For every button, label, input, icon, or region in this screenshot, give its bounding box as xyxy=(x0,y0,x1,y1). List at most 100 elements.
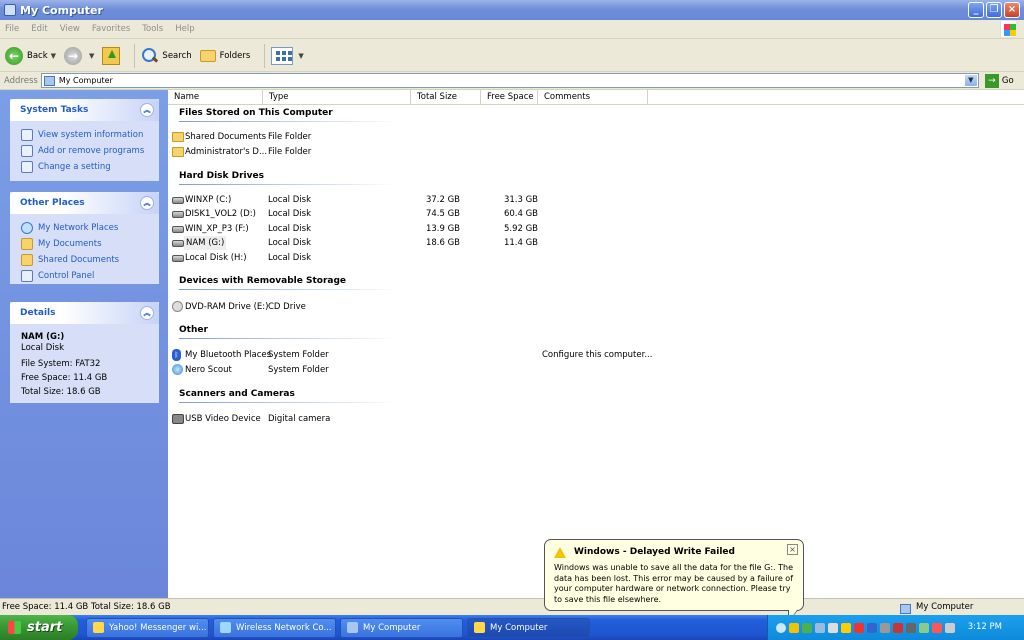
collapse-chevron-icon[interactable]: ︽ xyxy=(140,103,154,117)
tray-app-icon[interactable] xyxy=(893,622,903,633)
restore-button[interactable]: ❐ xyxy=(986,2,1002,18)
bluetooth-icon[interactable] xyxy=(867,622,877,633)
taskbar-button-my-computer[interactable]: My Computer xyxy=(340,617,463,638)
view-system-information-link[interactable]: View system information xyxy=(21,127,159,143)
tray-app-icon[interactable] xyxy=(906,622,916,633)
taskbar-button-my-computer-active[interactable]: My Computer xyxy=(467,617,590,638)
warning-icon[interactable] xyxy=(789,622,799,633)
item-type: System Folder xyxy=(268,365,329,375)
start-button[interactable]: start xyxy=(0,615,78,640)
menu-edit[interactable]: Edit xyxy=(31,24,47,34)
details-drive-name: NAM (G:) xyxy=(21,332,65,342)
forward-button[interactable]: → ▼ xyxy=(64,46,94,65)
network-icon xyxy=(21,222,33,234)
status-zone-label: My Computer xyxy=(916,602,974,612)
volume-icon[interactable] xyxy=(828,622,838,633)
list-item[interactable]: WINXP (C:) Local Disk 37.2 GB 31.3 GB xyxy=(172,193,872,207)
tray-app-icon[interactable] xyxy=(945,622,955,633)
views-dropdown-icon[interactable]: ▼ xyxy=(298,52,303,60)
collapse-chevron-icon[interactable]: ︽ xyxy=(140,196,154,210)
folders-button[interactable]: Folders xyxy=(199,49,250,62)
tray-app-icon[interactable] xyxy=(880,622,890,633)
tray-app-icon[interactable] xyxy=(919,622,929,633)
list-item[interactable]: ᛒ My Bluetooth Places System Folder Configu… xyxy=(172,348,872,362)
list-item[interactable]: WIN_XP_P3 (F:) Local Disk 13.9 GB 5.92 GB xyxy=(172,222,872,236)
hard-disk-icon xyxy=(172,197,184,204)
my-computer-icon xyxy=(43,75,55,86)
system-tasks-header[interactable]: System Tasks ︽ xyxy=(10,99,159,121)
title-bar[interactable]: My Computer _ ❐ × xyxy=(0,0,1024,20)
folder-icon xyxy=(474,622,485,633)
windows-logo-icon xyxy=(1000,21,1016,37)
tray-app-icon[interactable] xyxy=(854,622,864,633)
list-item[interactable]: USB Video Device Digital camera xyxy=(172,412,872,426)
shared-documents-link[interactable]: Shared Documents xyxy=(21,252,159,268)
menu-view[interactable]: View xyxy=(60,24,80,34)
add-remove-programs-link[interactable]: Add or remove programs xyxy=(21,143,159,159)
item-type: Local Disk xyxy=(268,224,311,234)
control-panel-link[interactable]: Control Panel xyxy=(21,268,159,284)
column-comments[interactable]: Comments xyxy=(538,90,648,105)
bluetooth-icon: ᛒ xyxy=(172,349,181,361)
my-network-places-link[interactable]: My Network Places xyxy=(21,220,159,236)
column-type[interactable]: Type xyxy=(263,90,411,105)
balloon-close-button[interactable]: × xyxy=(787,544,798,555)
item-type: Local Disk xyxy=(268,195,311,205)
network-icon[interactable] xyxy=(815,622,825,633)
menu-file[interactable]: File xyxy=(5,24,19,34)
expand-tray-icon[interactable] xyxy=(776,622,786,633)
list-item-selected[interactable]: NAM (G:) Local Disk 18.6 GB 11.4 GB xyxy=(172,236,872,250)
back-button[interactable]: ← Back ▼ xyxy=(5,46,56,65)
list-item[interactable]: DVD-RAM Drive (E:) CD Drive xyxy=(172,300,872,314)
list-item[interactable]: Shared Documents File Folder xyxy=(172,130,872,144)
item-type: CD Drive xyxy=(268,302,306,312)
search-icon xyxy=(141,47,159,65)
system-info-icon xyxy=(21,129,33,141)
list-item[interactable]: DISK1_VOL2 (D:) Local Disk 74.5 GB 60.4 GB xyxy=(172,207,872,221)
clock[interactable]: 3:12 PM xyxy=(968,622,1002,632)
folder-icon xyxy=(172,147,184,157)
back-dropdown-icon[interactable]: ▼ xyxy=(51,52,56,60)
list-item[interactable]: Nero Scout System Folder xyxy=(172,363,872,377)
link-label: My Documents xyxy=(38,239,102,249)
up-button[interactable] xyxy=(102,46,121,65)
change-setting-link[interactable]: Change a setting xyxy=(21,159,159,175)
column-total-size[interactable]: Total Size xyxy=(411,90,481,105)
item-free-space: 5.92 GB xyxy=(503,224,538,234)
minimize-button[interactable]: _ xyxy=(968,2,984,18)
messenger-icon[interactable] xyxy=(841,622,851,633)
taskbar-button-wireless[interactable]: Wireless Network Co... xyxy=(213,617,336,638)
menu-tools[interactable]: Tools xyxy=(142,24,163,34)
hard-disk-icon xyxy=(172,255,184,262)
back-label: Back xyxy=(27,50,48,61)
group-header: Files Stored on This Computer xyxy=(179,108,333,118)
taskbar-button-yahoo[interactable]: Yahoo! Messenger wi... xyxy=(86,617,209,638)
search-button[interactable]: Search xyxy=(141,47,192,65)
address-input[interactable]: My Computer ▼ xyxy=(40,73,979,88)
views-button[interactable]: ▼ xyxy=(271,46,304,65)
tray-app-icon[interactable] xyxy=(932,622,942,633)
other-places-panel: Other Places ︽ My Network Places My Docu… xyxy=(10,192,159,284)
list-item[interactable]: Local Disk (H:) Local Disk xyxy=(172,251,872,265)
warning-icon xyxy=(554,546,566,558)
item-name: DVD-RAM Drive (E:) xyxy=(185,302,269,312)
column-free-space[interactable]: Free Space xyxy=(481,90,538,105)
forward-dropdown-icon[interactable]: ▼ xyxy=(89,52,94,60)
details-header[interactable]: Details ︽ xyxy=(10,302,159,324)
notification-balloon[interactable]: Windows - Delayed Write Failed × Windows… xyxy=(544,539,804,623)
other-places-header[interactable]: Other Places ︽ xyxy=(10,192,159,214)
antivirus-icon[interactable] xyxy=(802,622,812,633)
my-documents-link[interactable]: My Documents xyxy=(21,236,159,252)
menu-help[interactable]: Help xyxy=(175,24,194,34)
collapse-chevron-icon[interactable]: ︽ xyxy=(140,306,154,320)
task-pane: System Tasks ︽ View system information A… xyxy=(0,90,168,598)
column-name[interactable]: Name xyxy=(168,90,263,105)
list-item[interactable]: Administrator's D... File Folder xyxy=(172,145,872,159)
file-list-view[interactable]: Name Type Total Size Free Space Comments… xyxy=(168,90,1024,598)
go-button[interactable]: → Go xyxy=(984,73,1014,88)
address-dropdown-icon[interactable]: ▼ xyxy=(964,75,977,86)
close-button[interactable]: × xyxy=(1004,2,1020,18)
group-header: Other xyxy=(179,325,208,335)
menu-favorites[interactable]: Favorites xyxy=(92,24,130,34)
task-label: Yahoo! Messenger wi... xyxy=(109,622,207,633)
